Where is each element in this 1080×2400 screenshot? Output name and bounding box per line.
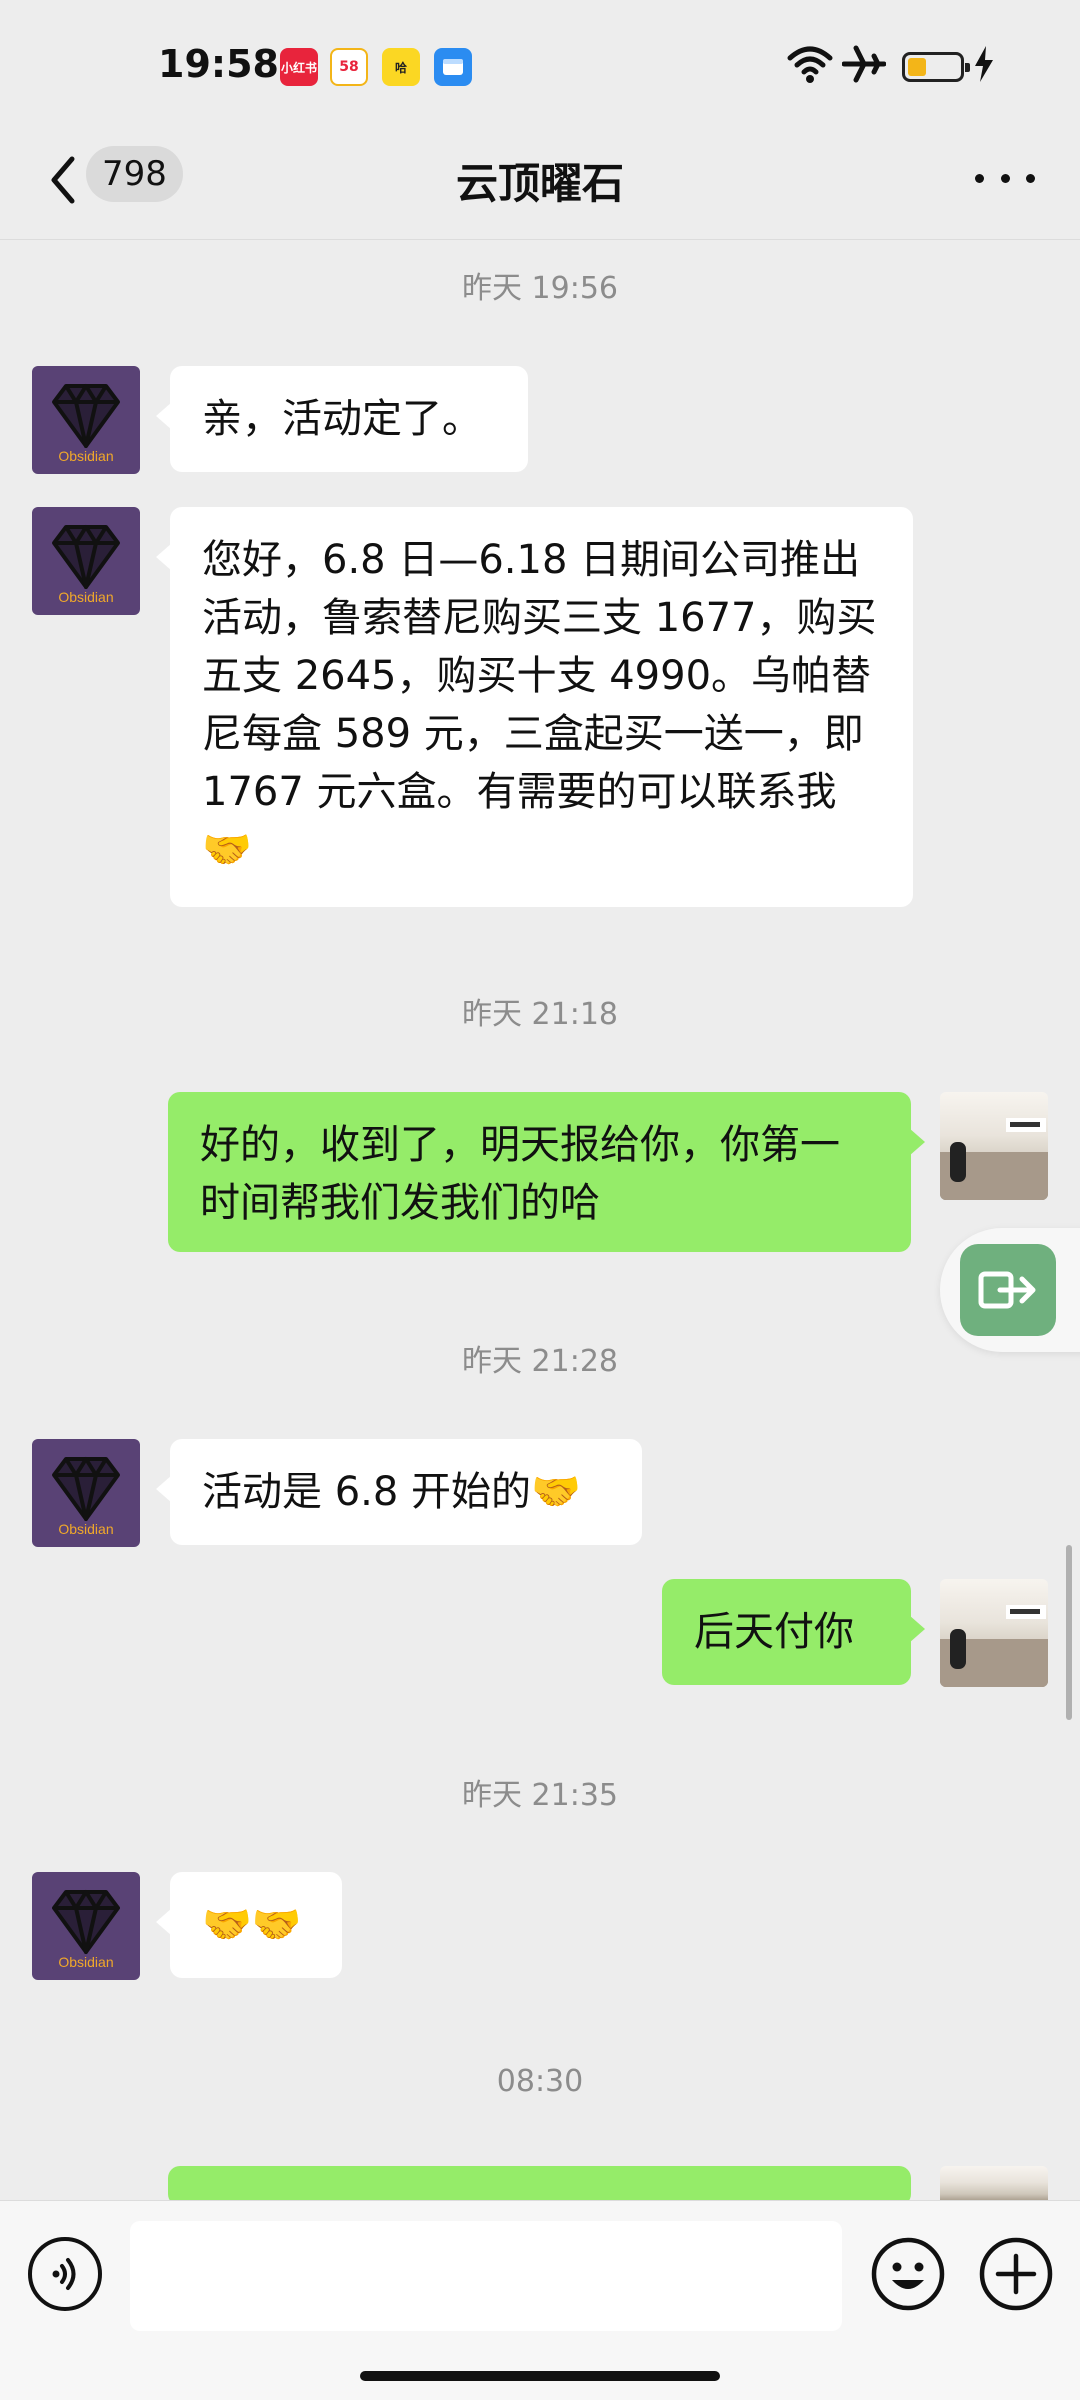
message-input-bar — [0, 2200, 1080, 2400]
user-avatar[interactable] — [940, 1579, 1048, 1687]
emoji-icon — [871, 2237, 945, 2311]
transfer-icon — [978, 1271, 1036, 1309]
message-text-input[interactable] — [130, 2221, 842, 2331]
contact-avatar[interactable]: Obsidian — [32, 1872, 140, 1980]
avatar-label: Obsidian — [58, 1521, 114, 1537]
charging-icon — [972, 44, 996, 88]
chat-header: 798 云顶曜石 — [0, 130, 1080, 240]
contact-avatar[interactable]: Obsidian — [32, 1439, 140, 1547]
message-timestamp: 昨天 21:18 — [462, 997, 618, 1032]
contact-avatar[interactable]: Obsidian — [32, 366, 140, 474]
floating-transfer-button[interactable] — [940, 1228, 1080, 1352]
message-timestamp: 昨天 19:56 — [462, 271, 618, 306]
message-bubble-incoming[interactable]: 亲，活动定了。 — [156, 366, 528, 472]
status-bar: 19:58 小红书 58 哈 — [0, 0, 1080, 130]
home-indicator[interactable] — [360, 2371, 720, 2381]
battery-icon — [902, 52, 970, 82]
voice-input-button[interactable] — [28, 2237, 102, 2311]
status-time: 19:58 — [158, 42, 279, 86]
message-timestamp: 昨天 21:35 — [462, 1778, 618, 1813]
wifi-icon — [787, 44, 833, 88]
emoji-button[interactable] — [870, 2236, 946, 2312]
xiaohongshu-app-icon: 小红书 — [280, 48, 318, 86]
plus-icon — [979, 2237, 1053, 2311]
more-options-button[interactable] — [975, 158, 1035, 198]
airplane-icon — [841, 44, 887, 88]
plus-button[interactable] — [978, 2236, 1054, 2312]
user-avatar[interactable] — [940, 1092, 1048, 1200]
message-bubble-outgoing[interactable]: 好的，收到了，明天报给你，你第一时间帮我们发我们的哈 — [168, 1092, 925, 1252]
message-bubble-incoming[interactable]: 您好，6.8 日—6.18 日期间公司推出活动，鲁索替尼购买三支 1677，购买… — [156, 507, 913, 907]
message-timestamp: 昨天 21:28 — [462, 1344, 618, 1379]
avatar-label: Obsidian — [58, 589, 114, 605]
message-timestamp: 08:30 — [496, 2064, 584, 2099]
app-58-icon: 58 — [330, 48, 368, 86]
message-app-icon — [434, 48, 472, 86]
avatar-label: Obsidian — [58, 1954, 114, 1970]
message-bubble-outgoing[interactable]: 后天付你 — [662, 1579, 925, 1685]
avatar-label: Obsidian — [58, 448, 114, 464]
message-bubble-incoming[interactable]: 🤝🤝 — [156, 1872, 342, 1978]
chat-title: 云顶曜石 — [455, 159, 624, 208]
contact-avatar[interactable]: Obsidian — [32, 507, 140, 615]
scrollbar[interactable] — [1066, 1545, 1072, 1720]
notification-app-icon: 哈 — [382, 48, 420, 86]
more-dots-icon — [975, 173, 984, 183]
message-bubble-incoming[interactable]: 活动是 6.8 开始的🤝 — [156, 1439, 642, 1545]
voice-icon — [52, 2258, 76, 2290]
